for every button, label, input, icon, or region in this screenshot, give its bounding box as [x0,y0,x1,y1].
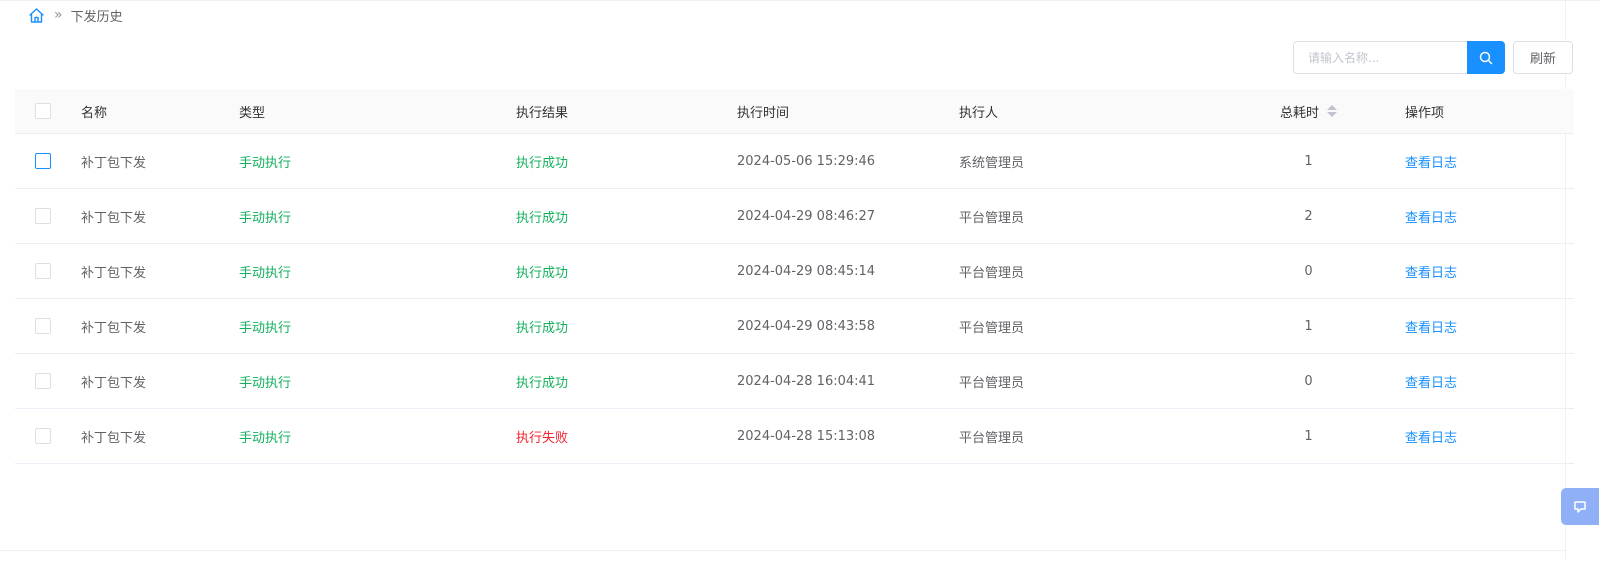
row-checkbox[interactable] [35,428,51,444]
row-checkbox[interactable] [35,153,51,169]
cell-type: 手动执行 [239,265,292,281]
cell-name: 补丁包下发 [81,210,147,226]
view-log-link[interactable]: 查看日志 [1405,299,1457,353]
header-name: 名称 [81,105,108,121]
cell-result: 执行成功 [516,155,569,171]
view-log-link[interactable]: 查看日志 [1405,409,1457,463]
header-cost-label: 总耗时 [1279,105,1319,121]
cell-result: 执行成功 [516,210,569,226]
cell-name: 补丁包下发 [81,430,147,446]
cell-executor: 平台管理员 [959,210,1025,226]
cell-time: 2024-04-29 08:45:14 [737,263,876,279]
refresh-button[interactable]: 刷新 [1513,41,1573,74]
row-checkbox[interactable] [35,263,51,279]
table-row: 补丁包下发 手动执行 执行成功 2024-04-29 08:43:58 平台管理… [15,299,1574,354]
sort-icon[interactable] [1327,105,1337,117]
cell-executor: 平台管理员 [959,265,1025,281]
cell-time: 2024-04-28 16:04:41 [737,373,876,389]
cell-result: 执行成功 [516,375,569,391]
header-time: 执行时间 [737,105,790,121]
cell-type: 手动执行 [239,210,292,226]
bottom-divider [0,550,1566,551]
table-row: 补丁包下发 手动执行 执行失败 2024-04-28 15:13:08 平台管理… [15,409,1574,464]
cell-name: 补丁包下发 [81,265,147,281]
cell-result: 执行成功 [516,265,569,281]
cell-name: 补丁包下发 [81,375,147,391]
home-icon[interactable] [28,7,45,24]
cell-time: 2024-04-29 08:43:58 [737,318,876,334]
table-row: 补丁包下发 手动执行 执行成功 2024-04-29 08:46:27 平台管理… [15,189,1574,244]
view-log-link[interactable]: 查看日志 [1405,189,1457,243]
history-table: 名称 类型 执行结果 执行时间 执行人 总耗时 操作项 补丁包下发 手动执行 执… [15,89,1574,464]
breadcrumb-current: 下发历史 [70,9,123,25]
cell-name: 补丁包下发 [81,155,147,171]
search-input[interactable] [1293,41,1467,74]
table-row: 补丁包下发 手动执行 执行成功 2024-05-06 15:29:46 系统管理… [15,134,1574,189]
header-actions: 操作项 [1405,105,1445,121]
header-type: 类型 [239,105,266,121]
cell-executor: 系统管理员 [959,155,1025,171]
top-divider [0,0,1600,1]
cell-type: 手动执行 [239,430,292,446]
table-row: 补丁包下发 手动执行 执行成功 2024-04-28 16:04:41 平台管理… [15,354,1574,409]
cell-type: 手动执行 [239,320,292,336]
view-log-link[interactable]: 查看日志 [1405,354,1457,408]
view-log-link[interactable]: 查看日志 [1405,134,1457,188]
cell-executor: 平台管理员 [959,320,1025,336]
table-row: 补丁包下发 手动执行 执行成功 2024-04-29 08:45:14 平台管理… [15,244,1574,299]
feedback-button[interactable] [1561,488,1599,525]
header-result: 执行结果 [516,105,569,121]
cell-result: 执行成功 [516,320,569,336]
cell-time: 2024-04-29 08:46:27 [737,208,876,224]
cell-name: 补丁包下发 [81,320,147,336]
cell-result: 执行失败 [516,430,569,446]
cell-type: 手动执行 [239,375,292,391]
search-group [1293,41,1505,74]
select-all-checkbox[interactable] [35,103,51,119]
view-log-link[interactable]: 查看日志 [1405,244,1457,298]
cell-executor: 平台管理员 [959,375,1025,391]
table-header: 名称 类型 执行结果 执行时间 执行人 总耗时 操作项 [15,89,1574,134]
feedback-icon [1574,500,1586,513]
search-icon [1479,51,1493,64]
cell-time: 2024-05-06 15:29:46 [737,153,876,169]
breadcrumb: » 下发历史 [28,5,123,25]
search-button[interactable] [1467,41,1505,74]
row-checkbox[interactable] [35,208,51,224]
cell-type: 手动执行 [239,155,292,171]
page: » 下发历史 刷新 名称 类型 执行结果 执行时间 执行人 总耗时 [0,0,1600,561]
cell-executor: 平台管理员 [959,430,1025,446]
row-checkbox[interactable] [35,373,51,389]
row-checkbox[interactable] [35,318,51,334]
breadcrumb-separator: » [54,7,63,23]
header-executor: 执行人 [959,105,999,121]
cell-time: 2024-04-28 15:13:08 [737,428,876,444]
select-all-cell [35,89,51,133]
